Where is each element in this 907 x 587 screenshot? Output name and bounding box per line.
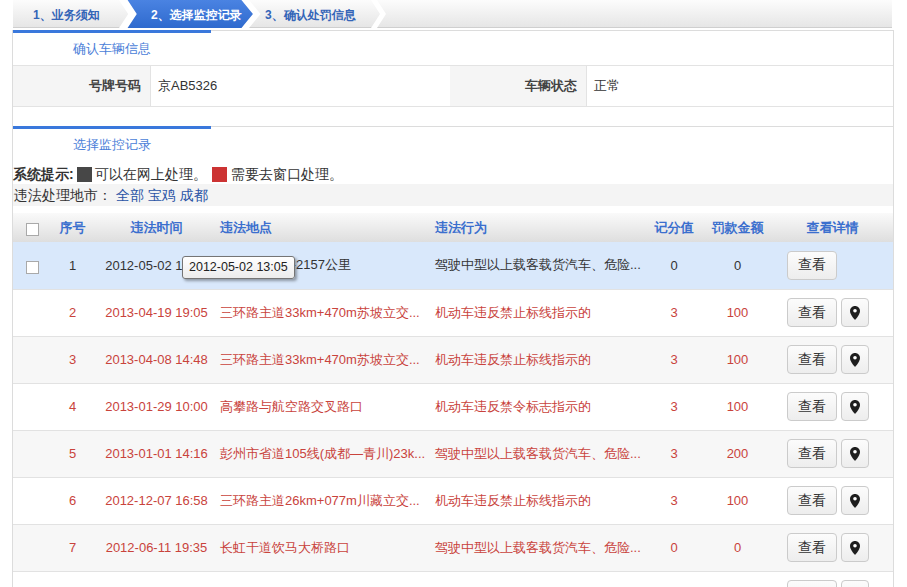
svg-text:2、选择监控记录: 2、选择监控记录 — [151, 8, 242, 22]
svg-text:3、确认处罚信息: 3、确认处罚信息 — [265, 8, 357, 22]
svg-text:1、业务须知: 1、业务须知 — [33, 8, 100, 22]
